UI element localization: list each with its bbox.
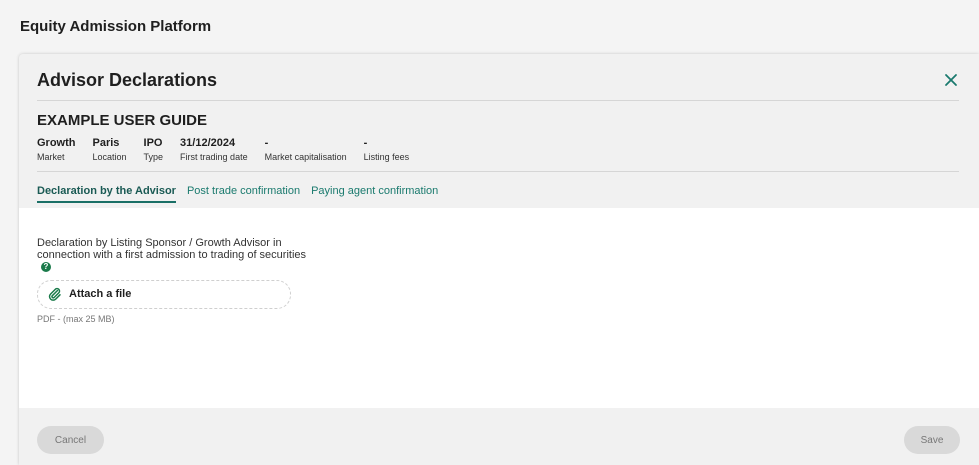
- meta-label: Listing fees: [363, 152, 410, 162]
- meta-listing-fees: - Listing fees: [364, 137, 410, 164]
- meta-value: -: [264, 137, 269, 149]
- declaration-text: Declaration by Listing Sponsor / Growth …: [37, 237, 307, 261]
- issuer-name: EXAMPLE USER GUIDE: [37, 112, 208, 129]
- meta-value: IPO: [143, 137, 163, 149]
- help-icon[interactable]: ?: [41, 262, 51, 272]
- app-title: Equity Admission Platform: [20, 18, 212, 35]
- listing-meta: Growth Market Paris Location IPO Type 31…: [37, 137, 426, 164]
- meta-market: Growth Market: [37, 137, 76, 164]
- meta-value: Paris: [92, 137, 120, 149]
- meta-label: Location: [92, 152, 127, 162]
- modal-title: Advisor Declarations: [37, 70, 218, 90]
- tab-content: Declaration by Listing Sponsor / Growth …: [19, 208, 979, 408]
- declaration-tabs: Declaration by the Advisor Post trade co…: [37, 185, 449, 203]
- meta-first-trading-date: 31/12/2024 First trading date: [180, 137, 248, 164]
- advisor-declarations-modal: Advisor Declarations EXAMPLE USER GUIDE …: [19, 54, 979, 465]
- close-button[interactable]: [943, 72, 959, 88]
- close-icon: [945, 74, 957, 86]
- attach-file-label: Attach a file: [69, 288, 132, 300]
- meta-label: Market: [37, 152, 65, 162]
- tab-paying-agent-confirmation[interactable]: Paying agent confirmation: [311, 185, 438, 203]
- modal-header: Advisor Declarations: [37, 54, 959, 101]
- meta-value: 31/12/2024: [180, 137, 236, 149]
- file-hint: PDF - (max 25 MB): [37, 314, 115, 324]
- paperclip-icon: [48, 287, 61, 301]
- cancel-button[interactable]: Cancel: [37, 426, 104, 454]
- meta-label: First trading date: [180, 152, 248, 162]
- attach-file-button[interactable]: Attach a file: [37, 280, 291, 309]
- meta-value: -: [363, 137, 368, 149]
- meta-value: Growth: [37, 137, 76, 149]
- tab-post-trade-confirmation[interactable]: Post trade confirmation: [187, 185, 300, 203]
- save-button[interactable]: Save: [904, 426, 960, 454]
- tab-declaration-by-advisor[interactable]: Declaration by the Advisor: [37, 185, 176, 203]
- meta-label: Market capitalisation: [264, 152, 347, 162]
- meta-label: Type: [143, 152, 164, 162]
- meta-location: Paris Location: [93, 137, 127, 164]
- meta-market-capitalisation: - Market capitalisation: [265, 137, 347, 164]
- divider: [37, 171, 959, 172]
- meta-type: IPO Type: [144, 137, 164, 164]
